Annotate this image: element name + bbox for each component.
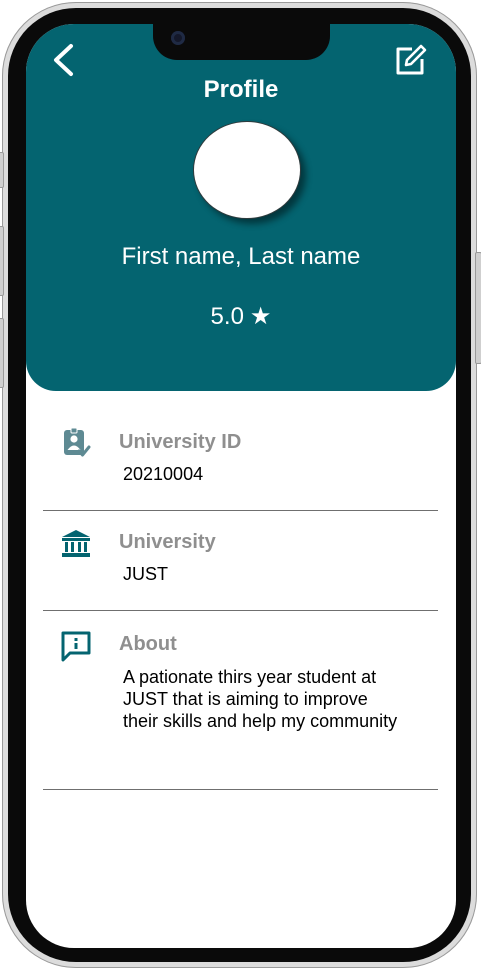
about-label: About xyxy=(119,633,177,655)
university-label: University xyxy=(119,531,216,553)
side-button-power xyxy=(475,252,481,364)
divider xyxy=(43,510,438,511)
chevron-left-icon xyxy=(54,44,73,76)
info-message-icon xyxy=(61,631,91,662)
divider xyxy=(43,610,438,611)
avatar[interactable] xyxy=(193,121,301,219)
university-value: JUST xyxy=(123,564,168,584)
institution-icon xyxy=(62,530,90,557)
star-icon: ★ xyxy=(249,303,272,330)
phone-notch xyxy=(153,24,330,60)
edit-icon xyxy=(396,44,427,75)
about-value: A pationate thirs year student at JUST t… xyxy=(123,667,398,731)
front-camera xyxy=(171,31,185,45)
page-title: Profile xyxy=(203,76,279,103)
back-button[interactable] xyxy=(50,42,80,78)
profile-header: Profile First name, Last name 5.0 ★ xyxy=(26,24,456,391)
divider xyxy=(43,789,438,790)
side-button-volume-up xyxy=(0,226,4,296)
rating-value: 5.0 xyxy=(210,303,244,330)
side-button-volume-down xyxy=(0,318,4,388)
edit-profile-button[interactable] xyxy=(392,42,428,78)
id-badge-icon xyxy=(64,427,91,457)
user-name: First name, Last name xyxy=(121,243,361,270)
user-rating: 5.0 ★ xyxy=(26,302,456,331)
university-id-value: 20210004 xyxy=(123,464,204,484)
side-button-mute xyxy=(0,152,4,188)
university-id-label: University ID xyxy=(119,431,242,453)
app-screen: Profile First name, Last name 5.0 ★ Unive… xyxy=(26,24,456,948)
